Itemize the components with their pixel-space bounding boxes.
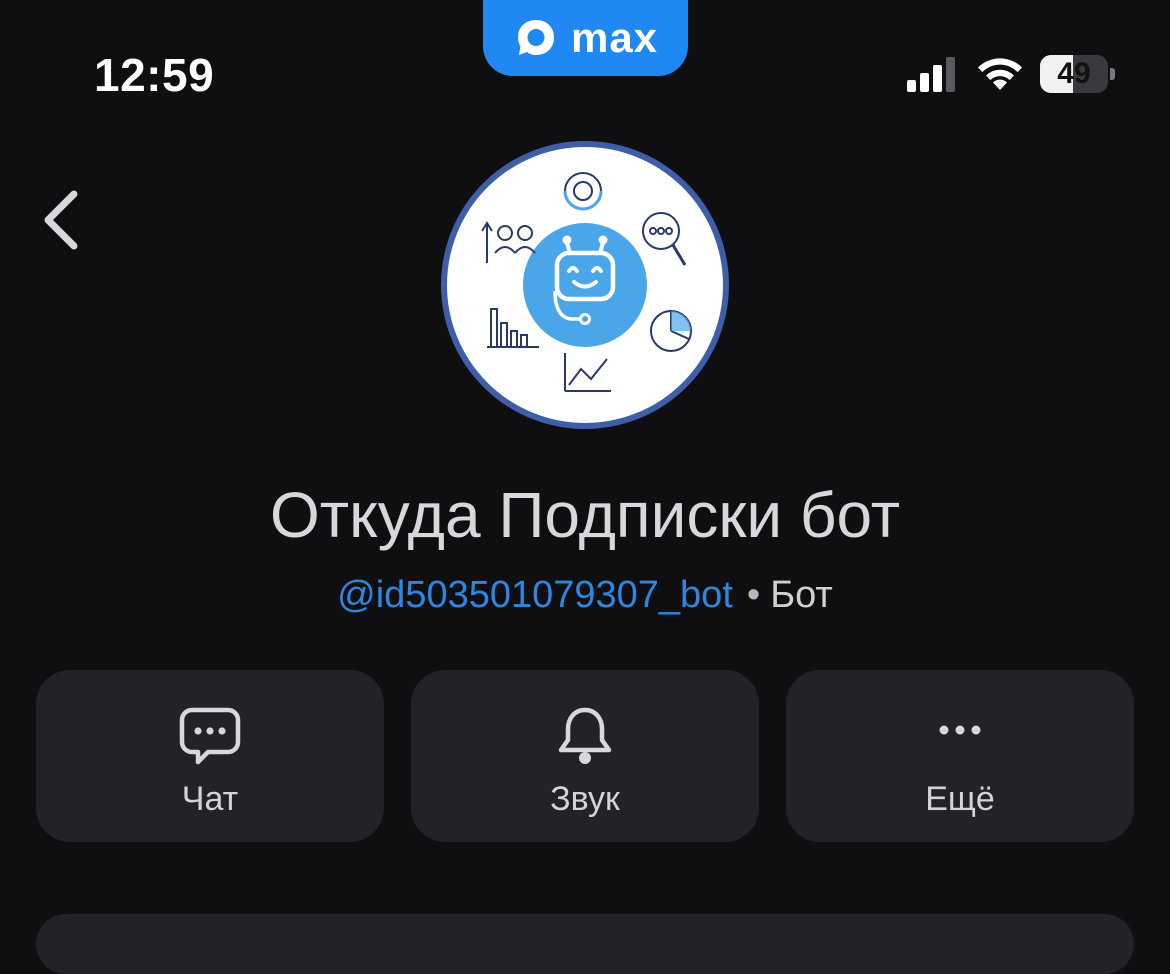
sound-button-label: Звук (550, 780, 620, 818)
status-time: 12:59 (94, 49, 215, 101)
more-dots-icon (939, 725, 981, 735)
battery-tip (1110, 68, 1115, 80)
chat-button[interactable]: Чат (36, 670, 384, 842)
max-logo-icon (517, 20, 554, 55)
bot-avatar-illustration (481, 172, 692, 392)
info-card (36, 914, 1134, 974)
bot-avatar[interactable] (441, 141, 729, 429)
max-badge-label: max (570, 14, 659, 61)
back-button[interactable] (30, 180, 90, 260)
wifi-icon (978, 58, 1022, 90)
chevron-left-icon (44, 190, 78, 250)
profile-subtitle: @id503501079307_bot • Бот (0, 574, 1170, 617)
profile-name: Откуда Подписки бот (269, 479, 901, 551)
battery-percent: 49 (1057, 57, 1091, 90)
max-app-badge[interactable]: max (483, 0, 688, 76)
profile-type-label: Бот (770, 574, 833, 616)
more-button-label: Ещё (925, 780, 995, 818)
cellular-signal-icon (907, 57, 955, 92)
chat-bubble-icon (179, 707, 241, 765)
chat-button-label: Чат (181, 780, 239, 818)
subtitle-separator: • (746, 574, 761, 616)
sound-button[interactable]: Звук (411, 670, 759, 842)
profile-username-link[interactable]: @id503501079307_bot (337, 574, 733, 616)
battery-indicator: 49 (1040, 55, 1116, 93)
battery-body: 49 (1040, 55, 1108, 93)
status-bar: 12:59 max 49 (0, 0, 1170, 120)
bell-icon (558, 707, 612, 764)
more-button[interactable]: Ещё (786, 670, 1134, 842)
